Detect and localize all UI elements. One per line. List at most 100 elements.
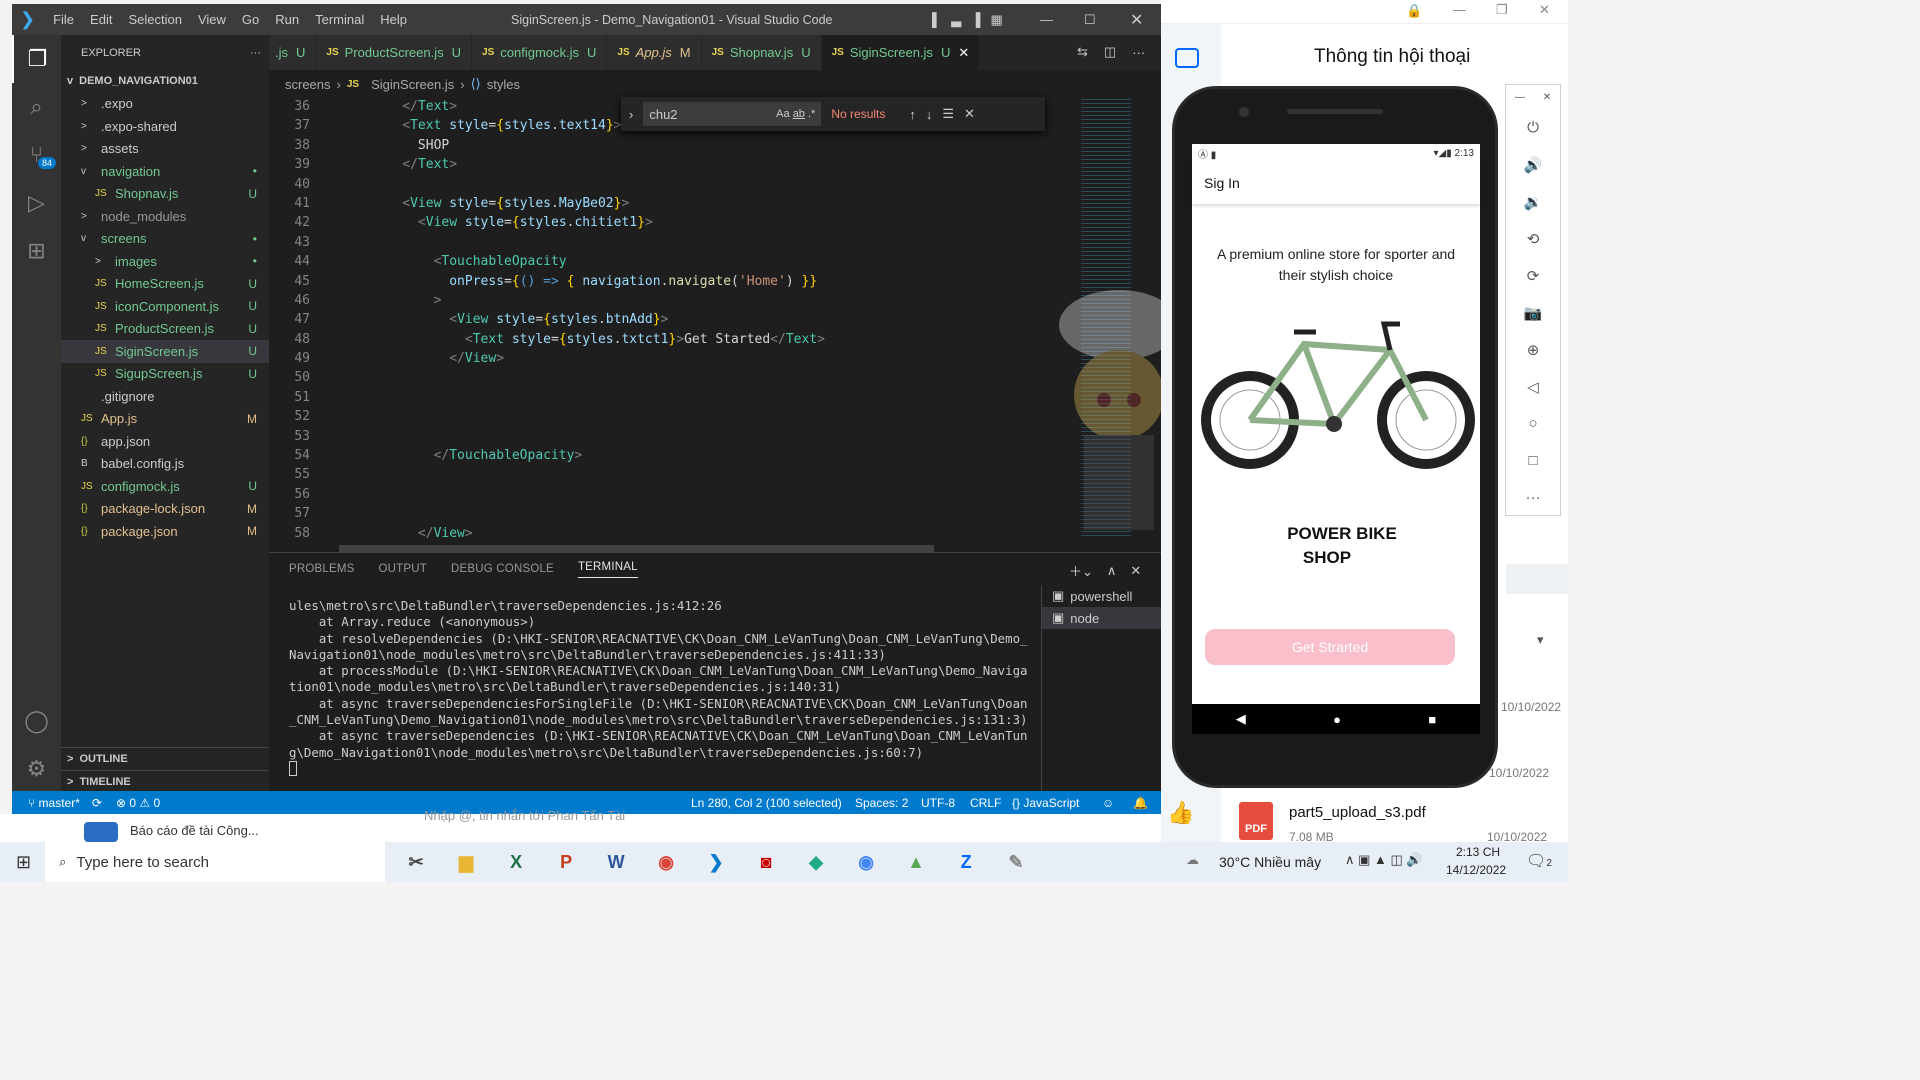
code-line[interactable]: 39 </Text> <box>269 157 1069 176</box>
tree-item[interactable]: > .expo <box>61 93 269 116</box>
code-line[interactable]: 50 <box>269 370 1069 389</box>
editor-tab[interactable]: JS ProductScreen.js U <box>316 35 473 70</box>
chrome-icon[interactable]: ◉ <box>651 852 681 873</box>
weather-text[interactable]: 30°C Nhiều mây <box>1219 854 1321 870</box>
get-started-button[interactable]: Get Strarted <box>1205 629 1455 665</box>
compare-icon[interactable]: ⇆ <box>1077 44 1088 60</box>
home-nav-icon[interactable]: ● <box>1333 712 1341 727</box>
minimize-button[interactable]: — <box>1040 12 1053 27</box>
code-line[interactable]: 47 <View style={styles.btnAdd}> <box>269 312 1069 331</box>
paint-icon[interactable]: ▲ <box>901 852 931 873</box>
tree-item[interactable]: {} package.json M <box>61 520 269 543</box>
panel-tab-output[interactable]: OUTPUT <box>379 563 427 575</box>
close-find-icon[interactable]: ✕ <box>964 106 975 122</box>
encoding-status[interactable]: UTF-8 <box>921 796 955 810</box>
recents-nav-icon[interactable]: ■ <box>1428 712 1436 727</box>
panel-tab-problems[interactable]: PROBLEMS <box>289 563 355 575</box>
customize-layout-icon[interactable]: ▦ <box>990 12 1002 28</box>
panel-tab-terminal[interactable]: TERMINAL <box>577 561 638 578</box>
account-icon[interactable]: ◯ <box>12 697 61 745</box>
previous-match-icon[interactable]: ↑ <box>909 107 916 122</box>
more-actions-icon[interactable]: ··· <box>250 47 261 59</box>
menu-edit[interactable]: Edit <box>82 12 120 27</box>
code-line[interactable]: 49 </View> <box>269 351 1069 370</box>
terminal-instance[interactable]: ▣ powershell <box>1042 585 1161 607</box>
taskbar-search[interactable]: ⌕ Type here to search <box>45 842 386 882</box>
tray-icons[interactable]: ∧ ▣ ▲ ◫ 🔊 <box>1345 852 1423 868</box>
code-line[interactable]: 38 SHOP <box>269 138 1069 157</box>
emulator-minimize-button[interactable]: — <box>1515 92 1525 103</box>
chat-minimize-button[interactable]: — <box>1453 2 1466 17</box>
code-line[interactable]: 54 </TouchableOpacity> <box>269 448 1069 467</box>
breadcrumb-file[interactable]: SiginScreen.js <box>371 77 454 92</box>
menu-go[interactable]: Go <box>234 12 267 27</box>
chrome-alt-icon[interactable]: ◉ <box>851 852 881 873</box>
code-line[interactable]: 45 onPress={() => { navigation.navigate(… <box>269 274 1069 293</box>
tree-item[interactable]: JS iconComponent.js U <box>61 295 269 318</box>
menu-run[interactable]: Run <box>267 12 307 27</box>
excel-icon[interactable]: X <box>501 852 531 873</box>
code-line[interactable]: 48 <Text style={styles.txtct1}>Get Start… <box>269 332 1069 351</box>
sync-icon[interactable]: ⟳ <box>92 796 102 810</box>
start-button[interactable]: ⊞ <box>16 852 31 873</box>
tree-item[interactable]: JS HomeScreen.js U <box>61 273 269 296</box>
thumbs-up-icon[interactable]: 👍 <box>1167 800 1194 826</box>
menu-file[interactable]: File <box>45 12 82 27</box>
panel-tab-debug-console[interactable]: DEBUG CONSOLE <box>451 563 554 575</box>
tree-item[interactable]: > node_modules <box>61 205 269 228</box>
feedback-icon[interactable]: ☺ <box>1102 796 1114 810</box>
zalo-icon[interactable]: Z <box>951 852 981 873</box>
run-debug-icon[interactable]: ▷ <box>12 179 61 227</box>
recorder-icon[interactable]: ◙ <box>751 852 781 873</box>
tree-item[interactable]: JS SigupScreen.js U <box>61 363 269 386</box>
eol-status[interactable]: CRLF <box>970 796 1001 810</box>
notification-center-icon[interactable]: 🗨2 <box>1526 851 1552 871</box>
toggle-sidebar-icon[interactable]: ▌ <box>932 12 941 27</box>
code-line[interactable]: 53 <box>269 429 1069 448</box>
vscode-taskbar-icon[interactable]: ❯ <box>701 852 731 873</box>
more-icon[interactable]: ··· <box>1132 45 1145 60</box>
explorer-icon[interactable]: ❐ <box>12 35 61 83</box>
maximize-panel-icon[interactable]: ∧ <box>1107 563 1117 579</box>
back-icon[interactable]: ◁ <box>1506 368 1560 405</box>
home-icon[interactable]: ○ <box>1506 405 1560 442</box>
code-line[interactable]: 40 <box>269 177 1069 196</box>
tree-item[interactable]: > assets <box>61 138 269 161</box>
panel-toggle-icon[interactable] <box>1175 48 1199 68</box>
close-button[interactable]: ✕ <box>1130 10 1143 30</box>
find-in-selection-icon[interactable]: ☰ <box>942 106 954 122</box>
breadcrumb-symbol[interactable]: styles <box>487 77 520 92</box>
terminal-instance[interactable]: ▣ node <box>1042 607 1161 629</box>
editor-tab[interactable]: JS SiginScreen.js U ✕ <box>821 35 981 70</box>
expand-chevron-icon[interactable]: ▾ <box>1537 632 1544 648</box>
search-icon[interactable]: ⌕ <box>12 83 61 131</box>
tree-item[interactable]: Bbabel.config.js <box>61 453 269 476</box>
volume-down-icon[interactable]: 🔉 <box>1506 183 1560 220</box>
code-line[interactable]: 57 <box>269 506 1069 525</box>
volume-up-icon[interactable]: 🔊 <box>1506 146 1560 183</box>
indent-status[interactable]: Spaces: 2 <box>855 796 908 810</box>
timeline-section[interactable]: > TIMELINE <box>61 770 269 793</box>
tree-item[interactable]: {} package-lock.json M <box>61 498 269 521</box>
settings-gear-icon[interactable]: ⚙ <box>12 745 61 793</box>
close-tab-icon[interactable]: ✕ <box>958 45 969 61</box>
tree-item[interactable]: {} app.json <box>61 430 269 453</box>
tree-item[interactable]: JS ProductScreen.js U <box>61 318 269 341</box>
editor-tab[interactable]: JS Shopnav.js U <box>701 35 822 70</box>
word-icon[interactable]: W <box>601 852 631 873</box>
doc-title[interactable]: Báo cáo đề tài Công... <box>130 823 259 838</box>
code-line[interactable]: 41 <View style={styles.MayBe02}> <box>269 196 1069 215</box>
maximize-button[interactable]: ☐ <box>1084 12 1096 28</box>
file-name[interactable]: part5_upload_s3.pdf <box>1289 804 1426 821</box>
language-status[interactable]: {} JavaScript <box>1012 796 1079 810</box>
rotate-left-icon[interactable]: ⟲ <box>1506 220 1560 257</box>
code-line[interactable]: 43 <box>269 235 1069 254</box>
close-panel-icon[interactable]: ✕ <box>1130 563 1141 579</box>
app-icon[interactable]: ◆ <box>801 852 831 873</box>
powerpoint-icon[interactable]: P <box>551 852 581 873</box>
terminal-output[interactable]: ules\metro\src\DeltaBundler\traverseDepe… <box>289 598 1049 761</box>
back-nav-icon[interactable]: ◀ <box>1236 711 1246 727</box>
next-match-icon[interactable]: ↓ <box>926 107 933 122</box>
problems-status[interactable]: ⊗ 0 ⚠ 0 <box>116 796 160 810</box>
editor-tab[interactable]: JS configmock.js U <box>472 35 608 70</box>
